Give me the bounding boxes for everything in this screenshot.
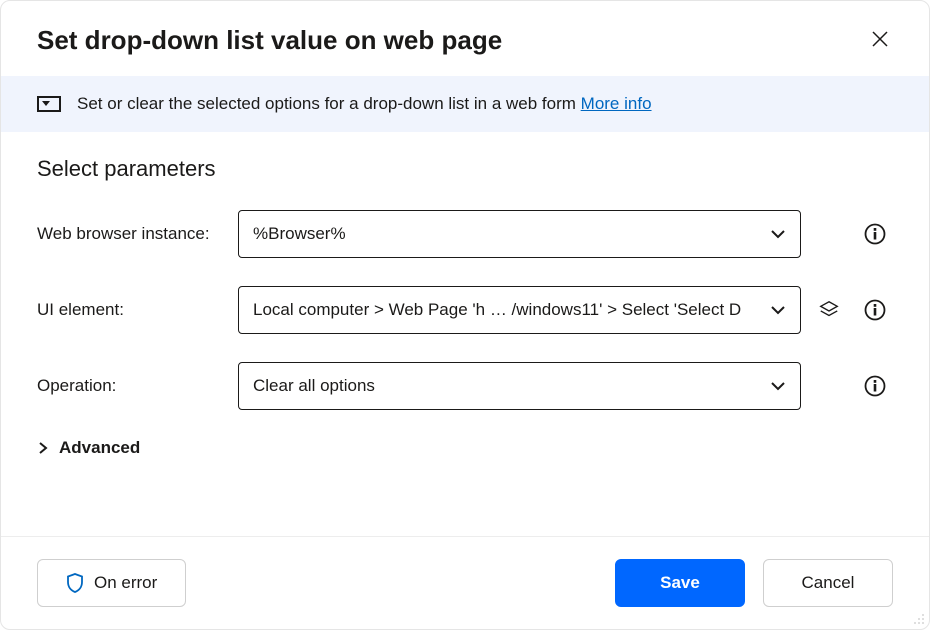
dialog-title: Set drop-down list value on web page (37, 25, 502, 56)
param-row-operation: Operation: Clear all options (37, 362, 893, 410)
chevron-down-icon (770, 302, 786, 318)
chevron-right-icon (37, 442, 49, 454)
dialog-body: Select parameters Web browser instance: … (1, 132, 929, 536)
info-banner-text: Set or clear the selected options for a … (77, 94, 652, 114)
param-row-ui-element: UI element: Local computer > Web Page 'h… (37, 286, 893, 334)
info-text: Set or clear the selected options for a … (77, 94, 581, 113)
info-icon (864, 299, 886, 321)
operation-dropdown-value: Clear all options (253, 376, 375, 396)
info-icon (864, 223, 886, 245)
browser-label: Web browser instance: (37, 224, 232, 244)
on-error-button[interactable]: On error (37, 559, 186, 607)
chevron-down-icon (770, 378, 786, 394)
operation-info-button[interactable] (859, 370, 891, 402)
ui-element-dropdown-value: Local computer > Web Page 'h … /windows1… (253, 300, 741, 320)
ui-element-info-button[interactable] (859, 294, 891, 326)
save-button[interactable]: Save (615, 559, 745, 607)
shield-icon (66, 573, 84, 593)
close-icon (871, 30, 889, 48)
dropdown-banner-icon (37, 96, 61, 112)
on-error-label: On error (94, 573, 157, 593)
section-title: Select parameters (37, 156, 893, 182)
save-label: Save (660, 573, 700, 593)
dialog-header: Set drop-down list value on web page (1, 1, 929, 76)
param-row-browser: Web browser instance: %Browser% (37, 210, 893, 258)
dialog-footer: On error Save Cancel (1, 536, 929, 629)
operation-label: Operation: (37, 376, 232, 396)
cancel-button[interactable]: Cancel (763, 559, 893, 607)
advanced-toggle[interactable]: Advanced (37, 438, 893, 458)
browser-info-button[interactable] (859, 218, 891, 250)
ui-element-label: UI element: (37, 300, 232, 320)
cancel-label: Cancel (802, 573, 855, 593)
browser-dropdown-value: %Browser% (253, 224, 346, 244)
operation-dropdown[interactable]: Clear all options (238, 362, 801, 410)
ui-element-dropdown[interactable]: Local computer > Web Page 'h … /windows1… (238, 286, 801, 334)
close-button[interactable] (867, 26, 893, 55)
dialog: Set drop-down list value on web page Set… (0, 0, 930, 630)
info-banner: Set or clear the selected options for a … (1, 76, 929, 132)
footer-actions: Save Cancel (615, 559, 893, 607)
chevron-down-icon (770, 226, 786, 242)
info-icon (864, 375, 886, 397)
resize-grip-icon[interactable] (911, 611, 925, 625)
ui-element-picker-button[interactable] (813, 294, 845, 326)
layers-icon (818, 299, 840, 321)
browser-dropdown[interactable]: %Browser% (238, 210, 801, 258)
more-info-link[interactable]: More info (581, 94, 652, 113)
advanced-label: Advanced (59, 438, 140, 458)
